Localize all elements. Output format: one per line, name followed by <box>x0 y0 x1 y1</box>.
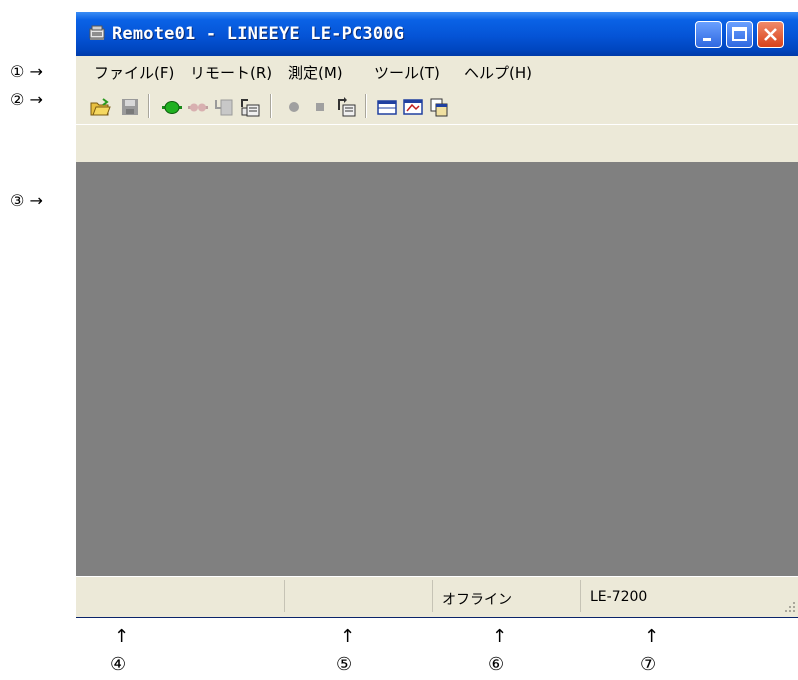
window-layout-icon[interactable] <box>376 96 398 118</box>
close-icon <box>764 28 777 41</box>
copy-icon[interactable] <box>428 96 450 118</box>
callout-3: ③ → <box>10 191 43 210</box>
maximize-icon <box>732 27 747 41</box>
upload-config-icon[interactable] <box>239 96 261 118</box>
callout-6: ⑥ <box>488 654 505 675</box>
device-model-label: LE-7200 <box>590 589 648 605</box>
minimize-button[interactable] <box>695 21 722 48</box>
callout-4: ④ <box>110 654 127 675</box>
callout-7: ⑦ <box>640 654 657 675</box>
toolbar-separator <box>365 94 367 118</box>
status-bar: オフライン LE-7200 <box>76 576 798 617</box>
disconnect-icon[interactable] <box>187 96 209 118</box>
stop-icon[interactable] <box>309 96 331 118</box>
callout-1: ① → <box>10 62 43 81</box>
menu-tools[interactable]: ツール(T) <box>374 62 440 83</box>
callout-5: ⑤ <box>336 654 353 675</box>
menu-remote[interactable]: リモート(R) <box>190 62 272 83</box>
callout-arrow-6: ↑ <box>492 626 508 647</box>
window-title: Remote01 - LINEEYE LE-PC300G <box>112 24 405 44</box>
toolbar-separator <box>148 94 150 118</box>
app-icon <box>89 25 105 40</box>
menu-help[interactable]: ヘルプ(H) <box>464 62 532 83</box>
status-pane-model: LE-7200 <box>582 580 778 612</box>
status-pane-connection: オフライン <box>434 580 581 612</box>
status-pane-message <box>76 580 285 612</box>
save-icon[interactable] <box>119 96 141 118</box>
connection-status-label: オフライン <box>442 592 512 608</box>
toolbar <box>76 86 798 124</box>
connect-icon[interactable] <box>161 96 183 118</box>
menu-measure[interactable]: 測定(M) <box>288 62 343 83</box>
display-icon[interactable] <box>402 96 424 118</box>
close-button[interactable] <box>757 21 784 48</box>
callout-2: ② → <box>10 90 43 109</box>
start-record-icon[interactable] <box>283 96 305 118</box>
resize-grip-icon[interactable] <box>782 599 796 613</box>
title-bar[interactable]: Remote01 - LINEEYE LE-PC300G <box>76 12 798 56</box>
status-pane-2 <box>286 580 433 612</box>
minimize-icon <box>703 38 711 41</box>
transfer-data-icon[interactable] <box>335 96 357 118</box>
callout-arrow-4: ↑ <box>114 626 130 647</box>
menu-bar: ファイル(F) リモート(R) 測定(M) ツール(T) ヘルプ(H) <box>76 56 798 86</box>
callout-arrow-5: ↑ <box>340 626 356 647</box>
open-folder-icon[interactable] <box>89 96 111 118</box>
callout-arrow-7: ↑ <box>644 626 660 647</box>
app-window: Remote01 - LINEEYE LE-PC300G ファイル(F) リモー… <box>76 12 798 618</box>
mdi-client-area[interactable] <box>76 162 798 576</box>
download-config-icon[interactable] <box>213 96 235 118</box>
menu-file[interactable]: ファイル(F) <box>94 62 174 83</box>
maximize-button[interactable] <box>726 21 753 48</box>
toolbar-separator <box>270 94 272 118</box>
rebar-area <box>76 124 798 163</box>
